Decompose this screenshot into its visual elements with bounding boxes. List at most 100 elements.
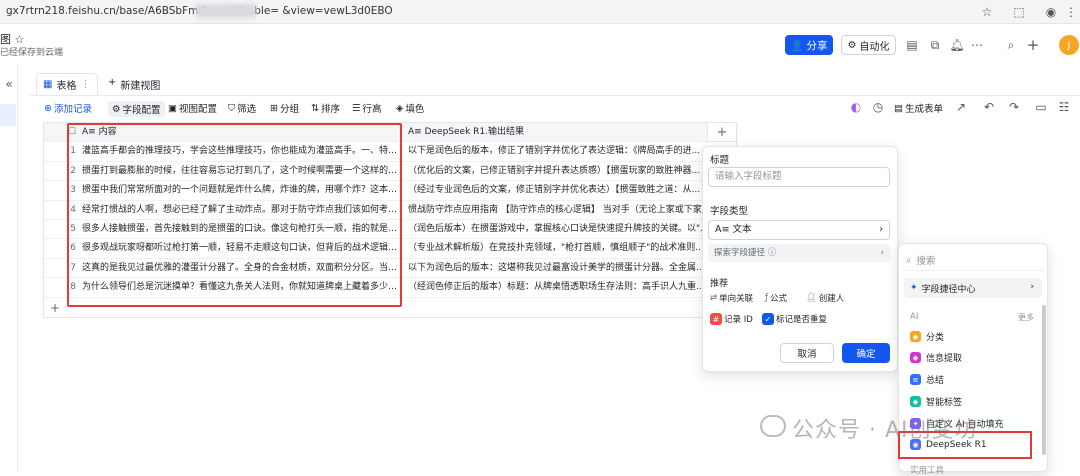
add-icon[interactable]: + [1026, 36, 1040, 54]
user-icon: 👤︎ [806, 293, 817, 303]
sort-icon: ⇅ [311, 102, 319, 114]
summary-icon: ≡ [910, 374, 921, 385]
bookmark-star-icon[interactable]: ☆ [980, 5, 994, 19]
browser-url-bar[interactable]: gx7rtrn218.feishu.cn/base/A6BSbFmi5ar si… [0, 0, 1080, 24]
chip-formula[interactable]: ƒ 公式 [765, 292, 787, 304]
confirm-button[interactable]: 确定 [842, 343, 890, 363]
classify-icon: ◆ [910, 331, 921, 342]
shortcut-icon: ✦ [910, 283, 918, 293]
add-row-button[interactable]: + [50, 301, 60, 315]
chevron-right-icon: › [1030, 282, 1034, 292]
row-height-icon: ☰ [352, 102, 361, 114]
dropdown-item-summary[interactable]: ≡ 总结 [910, 373, 944, 386]
avatar[interactable]: J [1059, 35, 1079, 55]
chip-mark-duplicate[interactable]: ✓ 标记是否重复 [762, 313, 827, 325]
formula-icon: ƒ [765, 293, 768, 303]
rail-active-item[interactable] [0, 104, 16, 126]
extensions-icon[interactable]: ⬚ [1012, 5, 1026, 19]
bell-icon[interactable]: 🔔︎ [949, 38, 964, 52]
cell-deepseek-output[interactable]: （经过专业润色后的文案，修正错别字并优化表达）【掼蛋致胜之道：从... [406, 181, 738, 200]
view-icon: ▣ [168, 102, 177, 114]
field-type-label: 字段类型 [710, 206, 749, 217]
cell-deepseek-output[interactable]: 以下为润色后的版本：这堪称我见过最富设计美学的掼蛋计分器。全金属... [406, 259, 738, 278]
explore-shortcut-row[interactable]: 探索字段捷径 ⓘ › [708, 244, 890, 262]
left-rail: « [0, 64, 18, 472]
group-button[interactable]: ⊞ 分组 [270, 101, 299, 116]
view-switch-icon[interactable]: ☷ [1058, 100, 1070, 114]
text-type-icon: A≡ [715, 224, 733, 235]
group-icon: ⊞ [270, 102, 278, 114]
share-button[interactable]: 👤 分享 [785, 35, 833, 55]
automation-button[interactable]: ⚙ 自动化 [841, 35, 896, 55]
divider [902, 270, 1044, 271]
ai-text-field-icon: A≡ [408, 127, 425, 137]
wechat-logo-icon [760, 415, 786, 437]
cell-deepseek-output[interactable]: （经润色修正后的版本）标题：从牌桌悟透职场生存法则：高手识人九重... [406, 278, 738, 297]
tab-more-icon[interactable]: ⋮ [80, 79, 90, 90]
sort-button[interactable]: ⇅ 排序 [311, 101, 340, 116]
field-config-button[interactable]: ⚙ 字段配置 [108, 101, 165, 117]
id-icon: # [710, 313, 722, 325]
chevron-right-icon: › [879, 224, 883, 235]
more-link[interactable]: 更多 [1018, 312, 1034, 323]
plugin-icon[interactable]: ⧉ [928, 38, 942, 52]
grid-icon: ▦ [43, 79, 53, 90]
tab-table[interactable]: ▦ 表格 ⋮ [36, 73, 98, 95]
fill-color-button[interactable]: ◈ 填色 [396, 101, 424, 116]
redo-icon[interactable]: ↷ [1008, 100, 1020, 114]
filter-icon: ⛉ [228, 102, 236, 114]
field-type-select[interactable]: A≡ 文本 › [708, 220, 890, 240]
url-redaction [196, 4, 256, 18]
dropdown-search-input[interactable]: ⌕ 搜索 [906, 252, 1040, 268]
chip-creator[interactable]: 👤︎ 创建人 [806, 292, 844, 304]
form-icon: ▤ [894, 102, 903, 114]
generate-form-button[interactable]: ▤ 生成表单 [894, 101, 943, 116]
cell-deepseek-output[interactable]: 以下是润色后的版本，修正了错别字并优化了表达逻辑：《牌局高手的进... [406, 142, 738, 161]
comment-icon[interactable]: ▭ [1035, 100, 1047, 114]
profile-icon[interactable]: ◉ [1044, 5, 1058, 19]
collapse-icon[interactable]: « [3, 77, 15, 91]
dropdown-item-classify[interactable]: ◆ 分类 [910, 330, 944, 343]
plus-circle-icon: ⊕ [44, 102, 52, 114]
shortcut-center-item[interactable]: ✦ 字段捷径中心 › [904, 278, 1042, 298]
history-icon[interactable]: ◷ [872, 100, 884, 114]
dropdown-item-extract[interactable]: ◆ 信息提取 [910, 351, 962, 364]
title-label: 标题 [710, 155, 730, 166]
extract-icon: ◆ [910, 352, 921, 363]
chip-record-id[interactable]: # 记录 ID [710, 313, 753, 325]
browser-menu-icon[interactable]: ⋮ [1065, 5, 1077, 19]
cell-deepseek-output[interactable]: （专业战术解析版）在竞技扑克领域，"枪打首顺，慎组顺子"的战术准则... [406, 239, 738, 258]
add-column-button[interactable]: + [707, 122, 737, 142]
more-icon[interactable]: ⋯ [970, 38, 984, 52]
column-header-deepseek[interactable]: A≡ DeepSeek R1.输出结果 [406, 123, 738, 142]
cancel-button[interactable]: 取消 [780, 343, 834, 363]
new-view-button[interactable]: + 新建视图 [108, 77, 160, 92]
save-status: 已经保存到云端 [0, 48, 64, 58]
dropdown-item-smart-tag[interactable]: ◆ 智能标签 [910, 395, 962, 408]
tools-section-label: 实用工具 [910, 466, 945, 476]
add-record-button[interactable]: ⊕ 添加记录 [44, 101, 92, 116]
duplicate-icon: ✓ [762, 313, 774, 325]
chevron-right-icon: › [880, 248, 884, 258]
view-tab-bar [30, 70, 1080, 96]
ai-assistant-icon[interactable]: ◐ [850, 100, 862, 114]
search-icon[interactable]: ⌕ [1004, 38, 1018, 52]
cell-deepseek-output[interactable]: （润色后版本）在掼蛋游戏中，掌握核心口诀是快速提升牌技的关键。以"... [406, 220, 738, 239]
filter-button[interactable]: ⛉ 筛选 [228, 101, 256, 116]
plus-icon: + [108, 77, 117, 88]
view-config-button[interactable]: ▣ 视图配置 [168, 101, 217, 116]
recommend-label: 推荐 [710, 279, 729, 289]
cell-deepseek-output[interactable]: 惯战防守炸点应用指南 【防守炸点的核心逻辑】 当对手（无论上家或下家... [406, 201, 738, 220]
user-add-icon: 👤 [790, 39, 804, 52]
search-icon: ⌕ [906, 254, 912, 266]
link-icon: ⇄ [710, 293, 718, 303]
row-height-button[interactable]: ☰ 行高 [352, 101, 382, 116]
chip-one-way-link[interactable]: ⇄ 单向关联 [710, 292, 753, 304]
field-title-input[interactable]: 请输入字段标题 [708, 167, 890, 187]
share-out-icon[interactable]: ↗ [955, 100, 967, 114]
dropdown-scrollbar[interactable] [1042, 305, 1046, 455]
doc-info-icon[interactable]: ▤ [905, 38, 919, 52]
undo-icon[interactable]: ↶ [983, 100, 995, 114]
tag-icon: ◆ [910, 396, 921, 407]
cell-deepseek-output[interactable]: （优化后的文案，已修正错别字并提升表达质感）【掼蛋玩家的致胜神器... [406, 162, 738, 181]
